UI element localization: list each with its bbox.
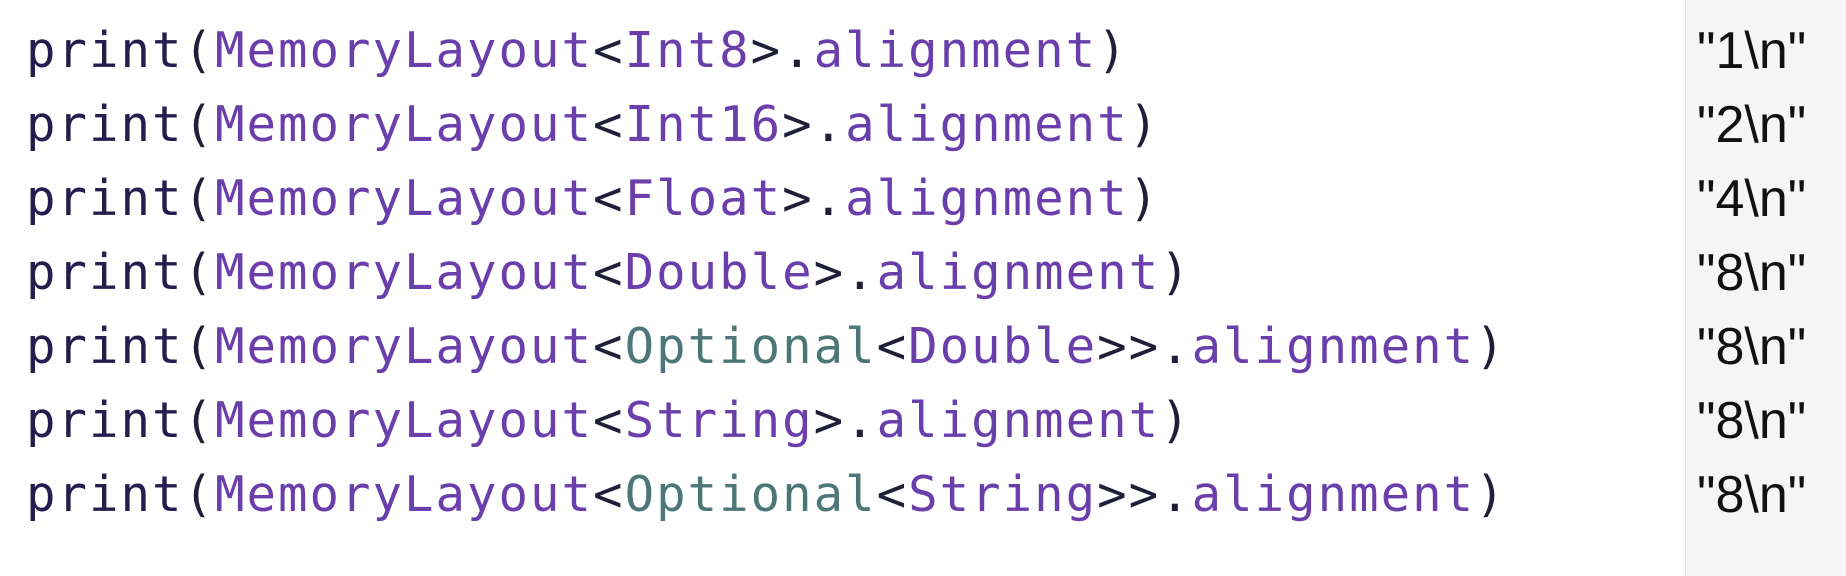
inner-generic-open-token: < (876, 318, 909, 375)
close-paren-token: ) (1097, 22, 1129, 79)
dot-token: . (1160, 318, 1192, 375)
function-token: print (26, 466, 184, 523)
inner-generic-open-token: < (876, 466, 909, 523)
type-argument-token: Int8 (624, 22, 751, 79)
dot-token: . (845, 392, 877, 449)
code-line[interactable]: print(MemoryLayout<String>.alignment) (26, 384, 1192, 458)
open-paren-token: ( (183, 244, 216, 301)
open-paren-token: ( (183, 466, 216, 523)
result-value[interactable]: "8\n" (1697, 236, 1806, 310)
generic-open-token: < (593, 244, 625, 301)
wrapper-type-token: Optional (624, 466, 877, 523)
close-paren-token: ) (1128, 170, 1161, 227)
result-value[interactable]: "8\n" (1697, 310, 1806, 384)
open-paren-token: ( (183, 392, 216, 449)
result-value[interactable]: "4\n" (1697, 162, 1806, 236)
code-line[interactable]: print(MemoryLayout<Optional<Double>>.ali… (26, 310, 1507, 384)
generic-open-token: < (593, 466, 625, 523)
close-paren-token: ) (1475, 466, 1507, 523)
dot-token: . (845, 244, 877, 301)
generic-close-token: > (750, 22, 783, 79)
code-line[interactable]: print(MemoryLayout<Float>.alignment) (26, 162, 1160, 236)
result-value[interactable]: "2\n" (1697, 88, 1806, 162)
type-token: MemoryLayout (215, 22, 594, 79)
property-token: alignment (876, 244, 1161, 301)
type-token: MemoryLayout (215, 96, 594, 153)
generic-open-token: < (593, 96, 625, 153)
generic-open-token: < (593, 170, 625, 227)
close-paren-token: ) (1160, 392, 1192, 449)
close-paren-token: ) (1475, 318, 1507, 375)
dot-token: . (1160, 466, 1192, 523)
inner-generic-close-token: > (1097, 466, 1129, 523)
code-line[interactable]: print(MemoryLayout<Optional<String>>.ali… (26, 458, 1507, 532)
close-paren-token: ) (1160, 244, 1192, 301)
type-argument-token: Int16 (624, 96, 783, 153)
function-token: print (26, 170, 184, 227)
generic-close-token: > (782, 96, 814, 153)
generic-open-token: < (593, 22, 625, 79)
property-token: alignment (1191, 466, 1476, 523)
code-line[interactable]: print(MemoryLayout<Int16>.alignment) (26, 88, 1160, 162)
function-token: print (26, 392, 184, 449)
type-argument-token: String (624, 392, 814, 449)
generic-close-token: > (1128, 466, 1161, 523)
open-paren-token: ( (183, 96, 216, 153)
open-paren-token: ( (183, 170, 216, 227)
result-value[interactable]: "1\n" (1697, 14, 1806, 88)
type-token: MemoryLayout (215, 318, 594, 375)
code-line[interactable]: print(MemoryLayout<Double>.alignment) (26, 236, 1192, 310)
type-argument-token: Double (908, 318, 1098, 375)
generic-close-token: > (813, 244, 846, 301)
generic-open-token: < (593, 392, 625, 449)
code-editor[interactable]: print(MemoryLayout<Int8>.alignment) prin… (0, 0, 1685, 576)
generic-close-token: > (1128, 318, 1161, 375)
result-value[interactable]: "8\n" (1697, 458, 1806, 532)
dot-token: . (813, 96, 846, 153)
property-token: alignment (845, 170, 1129, 227)
generic-open-token: < (593, 318, 625, 375)
open-paren-token: ( (183, 22, 216, 79)
function-token: print (26, 22, 184, 79)
type-token: MemoryLayout (215, 170, 594, 227)
generic-close-token: > (782, 170, 814, 227)
type-token: MemoryLayout (215, 392, 594, 449)
generic-close-token: > (813, 392, 846, 449)
wrapper-type-token: Optional (624, 318, 877, 375)
property-token: alignment (876, 392, 1161, 449)
property-token: alignment (1191, 318, 1476, 375)
type-argument-token: Float (624, 170, 783, 227)
type-token: MemoryLayout (215, 244, 594, 301)
function-token: print (26, 318, 184, 375)
property-token: alignment (813, 22, 1098, 79)
dot-token: . (813, 170, 846, 227)
code-line[interactable]: print(MemoryLayout<Int8>.alignment) (26, 14, 1129, 88)
function-token: print (26, 244, 184, 301)
property-token: alignment (845, 96, 1129, 153)
close-paren-token: ) (1128, 96, 1161, 153)
type-token: MemoryLayout (215, 466, 594, 523)
result-value[interactable]: "8\n" (1697, 384, 1806, 458)
dot-token: . (782, 22, 814, 79)
type-argument-token: String (908, 466, 1098, 523)
open-paren-token: ( (183, 318, 216, 375)
type-argument-token: Double (624, 244, 814, 301)
function-token: print (26, 96, 184, 153)
inner-generic-close-token: > (1097, 318, 1129, 375)
